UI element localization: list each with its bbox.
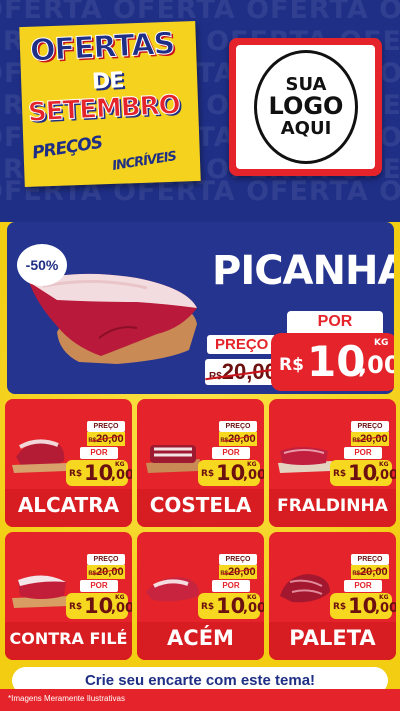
product-price-decimal: ,00 xyxy=(243,468,264,483)
product-price-integer: 10 xyxy=(84,594,114,618)
product-new-price-label: POR xyxy=(344,580,382,592)
product-price-integer: 10 xyxy=(216,461,246,485)
product-price-integer: 10 xyxy=(348,461,378,485)
product-card[interactable]: PREÇOR$20,00PORR$10,00KGACÉM xyxy=(137,532,264,660)
new-price-label: POR xyxy=(287,311,383,333)
background-pattern-text: OFERTA OFERTA OFERTA OFERTA xyxy=(0,0,400,25)
product-price-unit: KG xyxy=(247,461,257,468)
product-name: CONTRA FILÉ xyxy=(9,629,128,648)
product-new-price-box: R$ 10,00 KG xyxy=(330,460,396,486)
product-meat-image xyxy=(12,439,68,473)
product-new-price-label: POR xyxy=(80,580,118,592)
product-new-price-box: R$ 10,00 KG xyxy=(198,460,264,486)
product-price-integer: 10 xyxy=(84,461,114,485)
product-name: PALETA xyxy=(289,626,376,650)
product-meat-image xyxy=(280,574,330,603)
product-old-price: R$20,00 xyxy=(87,565,125,579)
product-meat-image xyxy=(278,447,332,473)
featured-product-picanha[interactable]: -50% PICANHA PREÇO R$20,00 POR R$ 10 ,00… xyxy=(7,222,394,394)
product-price-currency: R$ xyxy=(333,602,347,612)
product-price-currency: R$ xyxy=(333,469,347,479)
product-old-price: R$20,00 xyxy=(219,565,257,579)
product-card[interactable]: PREÇOR$20,00PORR$10,00KGALCATRA xyxy=(5,399,132,527)
product-old-price-label: PREÇO xyxy=(351,554,389,565)
product-old-price-label: PREÇO xyxy=(87,554,125,565)
old-price: R$20,00 xyxy=(205,359,281,385)
product-old-price-label: PREÇO xyxy=(219,554,257,565)
product-new-price-box: R$ 10,00 KG xyxy=(330,593,396,619)
product-name: FRALDINHA xyxy=(277,496,388,516)
product-price-decimal: ,00 xyxy=(111,468,132,483)
product-price-decimal: ,00 xyxy=(375,468,396,483)
product-price-unit: KG xyxy=(379,461,389,468)
product-new-price-label: POR xyxy=(80,447,118,459)
logo-placeholder[interactable]: SUA LOGO AQUI xyxy=(229,38,382,176)
product-new-price-label: POR xyxy=(344,447,382,459)
price-unit: KG xyxy=(374,338,389,348)
featured-product-name: PICANHA xyxy=(212,248,394,294)
product-meat-image xyxy=(12,575,70,608)
new-price-currency: R$ xyxy=(279,355,304,375)
product-price-decimal: ,00 xyxy=(243,601,264,616)
footnote-text: *Imagens Meramente Ilustrativas xyxy=(8,694,125,703)
product-price-currency: R$ xyxy=(69,602,83,612)
product-new-price-box: R$ 10,00 KG xyxy=(66,460,132,486)
header-banner: OFERTA OFERTA OFERTA OFERTA OFERTA OFERT… xyxy=(0,0,400,225)
product-price-unit: KG xyxy=(115,594,125,601)
product-price-unit: KG xyxy=(379,594,389,601)
product-old-price-label: PREÇO xyxy=(351,421,389,432)
new-price-integer: 10 xyxy=(307,337,366,386)
product-card[interactable]: PREÇOR$20,00PORR$10,00KGPALETA xyxy=(269,532,396,660)
product-card[interactable]: PREÇOR$20,00PORR$10,00KGFRALDINHA xyxy=(269,399,396,527)
product-new-price-label: POR xyxy=(212,447,250,459)
product-meat-image xyxy=(146,445,200,473)
product-name: ALCATRA xyxy=(17,493,120,517)
product-meat-image xyxy=(146,577,199,602)
product-old-price: R$20,00 xyxy=(87,432,125,446)
product-price-unit: KG xyxy=(247,594,257,601)
product-old-price-label: PREÇO xyxy=(87,421,125,432)
product-old-price-label: PREÇO xyxy=(219,421,257,432)
product-price-integer: 10 xyxy=(216,594,246,618)
product-card[interactable]: PREÇOR$20,00PORR$10,00KGCOSTELA xyxy=(137,399,264,527)
product-price-integer: 10 xyxy=(348,594,378,618)
discount-badge: -50% xyxy=(17,244,67,286)
product-name: ACÉM xyxy=(167,626,234,650)
product-price-decimal: ,00 xyxy=(375,601,396,616)
product-new-price-box: R$ 10,00 KG xyxy=(198,593,264,619)
product-price-currency: R$ xyxy=(201,602,215,612)
logo-text-logo: LOGO xyxy=(268,92,344,121)
product-price-unit: KG xyxy=(115,461,125,468)
logo-circle: SUA LOGO AQUI xyxy=(254,50,358,164)
product-price-currency: R$ xyxy=(201,469,215,479)
product-name: COSTELA xyxy=(149,493,252,517)
new-price-box: R$ 10 ,00 KG xyxy=(271,333,394,391)
product-new-price-box: R$ 10,00 KG xyxy=(66,593,132,619)
product-card[interactable]: PREÇOR$20,00PORR$10,00KGCONTRA FILÉ xyxy=(5,532,132,660)
product-old-price: R$20,00 xyxy=(351,432,389,446)
title-line-de: DE xyxy=(91,68,124,95)
product-old-price: R$20,00 xyxy=(219,432,257,446)
offers-section: -50% PICANHA PREÇO R$20,00 POR R$ 10 ,00… xyxy=(0,222,400,711)
product-price-currency: R$ xyxy=(69,469,83,479)
logo-text-aqui: AQUI xyxy=(280,117,332,139)
footnote-bar: *Imagens Meramente Ilustrativas xyxy=(0,689,400,711)
old-price-label: PREÇO xyxy=(207,335,277,354)
product-price-decimal: ,00 xyxy=(111,601,132,616)
product-old-price: R$20,00 xyxy=(351,565,389,579)
new-price-decimal: ,00 xyxy=(358,351,394,379)
product-new-price-label: POR xyxy=(212,580,250,592)
